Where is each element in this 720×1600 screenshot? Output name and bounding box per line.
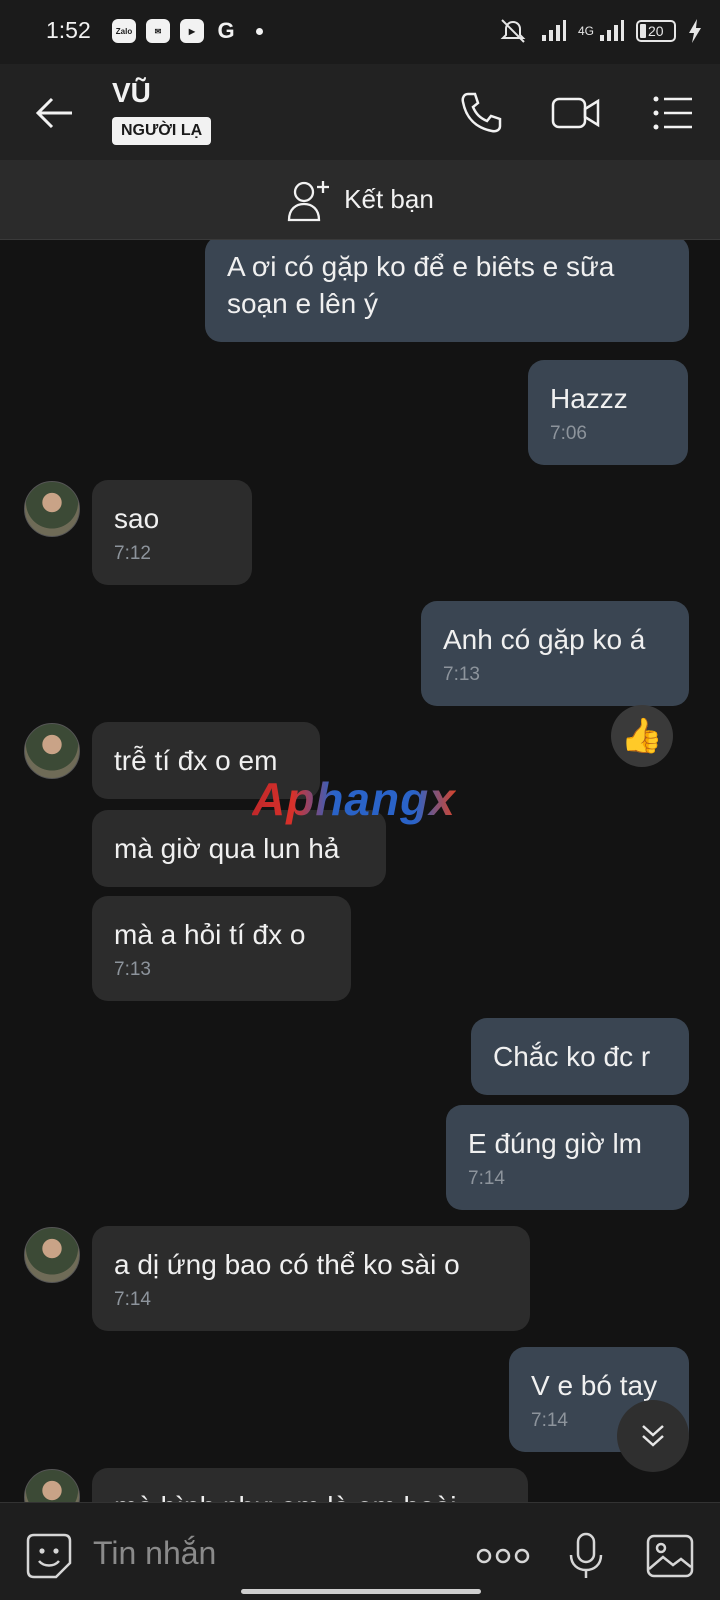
status-indicators: 4G 20 — [498, 18, 702, 44]
message-text: mà bình như em là em hoài — [114, 1491, 456, 1502]
battery-level: 20 — [648, 23, 664, 39]
message-input-bar: Tin nhắn — [0, 1502, 720, 1600]
message-bubble-outgoing[interactable]: Chắc ko đc r — [471, 1018, 689, 1095]
add-friend-label: Kết bạn — [344, 184, 434, 214]
more-notifications-dot-icon — [256, 27, 263, 35]
message-bubble-incoming[interactable]: a dị ứng bao có thể ko sài o 7:14 — [92, 1226, 530, 1331]
message-text: Chắc ko đc r — [493, 1041, 651, 1072]
message-text: A ơi có gặp ko để e biêts e sữa soạn e l… — [227, 251, 615, 319]
thumbs-up-reaction-icon[interactable]: 👍 — [611, 705, 673, 767]
message-bubble-outgoing[interactable]: E đúng giờ lm 7:14 — [446, 1105, 689, 1210]
message-time: 7:06 — [550, 423, 587, 444]
signal-4g-icon — [600, 20, 624, 41]
contact-name[interactable]: VŨ — [112, 77, 151, 109]
contact-avatar[interactable] — [24, 1227, 80, 1283]
charging-icon — [689, 19, 701, 43]
more-options-icon[interactable] — [475, 1531, 531, 1581]
message-bubble-outgoing[interactable]: Anh có gặp ko á 7:13 — [421, 601, 689, 706]
google-notification-icon: G — [217, 18, 235, 43]
add-friend-icon — [288, 180, 330, 221]
message-bubble-incoming[interactable]: sao 7:12 — [92, 480, 252, 585]
message-bubble-outgoing[interactable]: Hazzz 7:06 — [528, 360, 688, 465]
double-chevron-down-icon — [642, 1425, 664, 1447]
video-call-icon[interactable] — [550, 90, 602, 136]
signal-icon — [541, 20, 566, 41]
message-bubble-incoming[interactable]: mà bình như em là em hoài — [92, 1468, 528, 1502]
status-bar: 1:52 Zalo ✉ ▶ G 4G 20 — [0, 0, 720, 64]
message-time: 7:14 — [114, 1289, 151, 1310]
message-text: E đúng giờ lm — [468, 1128, 643, 1159]
add-friend-button[interactable]: Kết bạn — [0, 160, 720, 240]
message-bubble-outgoing[interactable]: A ơi có gặp ko để e biêts e sữa soạn e l… — [205, 240, 689, 342]
menu-list-icon[interactable] — [650, 90, 696, 136]
zalo-notification-icon: ✉ — [146, 19, 170, 43]
phone-call-icon[interactable] — [458, 90, 504, 136]
zalo-notification-icon: Zalo — [112, 19, 136, 43]
message-text: sao — [114, 503, 160, 534]
silent-bell-icon — [500, 19, 526, 43]
scroll-to-bottom-button[interactable] — [617, 1400, 689, 1472]
contact-avatar[interactable] — [24, 1469, 80, 1502]
message-bubble-incoming[interactable]: mà a hỏi tí đx o 7:13 — [92, 896, 351, 1001]
contact-avatar[interactable] — [24, 723, 80, 779]
image-gallery-icon[interactable] — [645, 1531, 695, 1581]
message-text: Anh có gặp ko á — [443, 624, 646, 655]
microphone-icon[interactable] — [563, 1531, 609, 1581]
status-time: 1:52 — [46, 17, 91, 43]
status-app-icons: Zalo ✉ ▶ G — [112, 18, 263, 43]
message-text: V e bó tay — [531, 1370, 658, 1401]
message-time: 7:14 — [468, 1168, 505, 1189]
network-type: 4G — [577, 24, 594, 38]
chat-header: VŨ NGƯỜI LẠ — [0, 64, 720, 160]
message-text: mà a hỏi tí đx o — [114, 919, 306, 950]
message-list[interactable]: A ơi có gặp ko để e biêts e sữa soạn e l… — [0, 240, 720, 1502]
message-time: 7:12 — [114, 543, 151, 564]
message-time: 7:13 — [114, 959, 151, 980]
youtube-notification-icon: ▶ — [180, 19, 204, 43]
message-text: mà giờ qua lun hả — [114, 833, 340, 864]
stranger-badge: NGƯỜI LẠ — [112, 117, 212, 145]
watermark-logo: Aphangx — [252, 773, 456, 825]
message-text: Hazzz — [550, 383, 628, 414]
home-indicator[interactable] — [241, 1589, 481, 1594]
message-input[interactable]: Tin nhắn — [93, 1535, 216, 1572]
sticker-emoji-icon[interactable] — [24, 1531, 74, 1581]
message-text: a dị ứng bao có thể ko sài o — [114, 1249, 460, 1280]
battery-icon: 20 — [636, 20, 676, 42]
back-arrow-icon[interactable] — [34, 92, 76, 134]
message-time: 7:13 — [443, 664, 480, 685]
contact-avatar[interactable] — [24, 481, 80, 537]
